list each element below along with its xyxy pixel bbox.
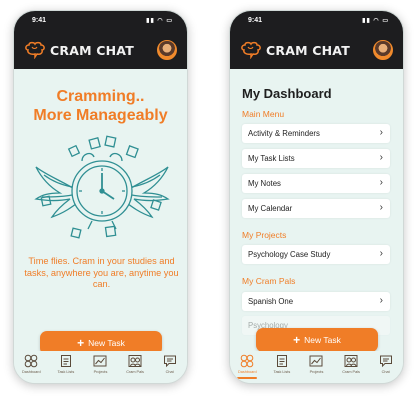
chevron-right-icon: › — [379, 152, 383, 163]
brain-logo-icon — [241, 41, 261, 59]
chevron-right-icon: › — [379, 202, 383, 213]
tab-chat[interactable]: Chat — [370, 354, 402, 374]
tab-cram-pals[interactable]: Cram Pals — [335, 354, 367, 374]
user-avatar[interactable] — [373, 40, 393, 60]
tab-label: Task Lists — [57, 370, 75, 374]
trend-chart-icon — [309, 355, 323, 367]
chat-bubble-icon — [163, 355, 176, 368]
brand-name: CRAM CHAT — [50, 42, 134, 58]
tab-label: Task Lists — [273, 370, 291, 374]
chevron-right-icon: › — [379, 248, 383, 259]
menu-item-my-calendar[interactable]: My Calendar › — [242, 199, 390, 218]
hero-title: Cramming.. More Manageably — [14, 87, 187, 125]
tab-label: Chat — [165, 370, 174, 374]
tab-projects[interactable]: Projects — [300, 354, 332, 374]
menu-item-my-task-lists[interactable]: My Task Lists › — [242, 149, 390, 168]
chevron-right-icon: › — [379, 177, 383, 188]
menu-item-label: Activity & Reminders — [248, 129, 320, 138]
bottom-tab-bar: Dashboard Task Lists Projects Cram Pals … — [14, 351, 187, 383]
phone-left-welcome-screen: 9:41 ▮▮ ◠ ▭ CRAM CHAT Cramming.. More Ma… — [13, 10, 188, 384]
user-avatar[interactable] — [157, 40, 177, 60]
chevron-right-icon: › — [379, 295, 383, 306]
tab-label: Dashboard — [22, 370, 41, 374]
menu-item-label: My Calendar — [248, 204, 293, 213]
project-item-label: Psychology Case Study — [248, 250, 331, 259]
tab-dashboard[interactable]: Dashboard — [231, 354, 263, 379]
grid-circles-icon — [24, 354, 38, 368]
tab-chat[interactable]: Chat — [154, 354, 186, 374]
brain-logo-icon — [25, 41, 45, 59]
tab-label: Projects — [309, 370, 324, 374]
bottom-tab-bar: Dashboard Task Lists Projects Cram Pals … — [230, 351, 403, 383]
pal-item-spanish-one[interactable]: Spanish One › — [242, 292, 390, 311]
menu-item-label: My Task Lists — [248, 154, 295, 163]
tab-task-lists[interactable]: Task Lists — [50, 354, 82, 374]
tab-cram-pals[interactable]: Cram Pals — [119, 354, 151, 374]
brand-name: CRAM CHAT — [266, 42, 350, 58]
app-header: CRAM CHAT — [230, 31, 403, 69]
plus-icon: + — [293, 333, 301, 347]
hero-title-line-2: More Manageably — [33, 107, 168, 124]
tab-label: Projects — [93, 370, 108, 374]
notepad-icon — [276, 355, 287, 367]
status-time: 9:41 — [32, 17, 47, 24]
menu-item-label: My Notes — [248, 179, 281, 188]
hero-title-line-1: Cramming.. — [56, 88, 145, 105]
notepad-icon — [60, 355, 71, 367]
chevron-right-icon: › — [379, 127, 383, 138]
people-icon — [344, 355, 358, 367]
new-task-label: New Task — [88, 338, 125, 348]
flying-clock-illustration — [34, 135, 170, 239]
section-my-cram-pals: My Cram Pals — [242, 276, 296, 286]
section-my-projects: My Projects — [242, 230, 287, 240]
grid-circles-icon — [240, 354, 254, 368]
menu-item-my-notes[interactable]: My Notes › — [242, 174, 390, 193]
signal-wifi-battery-icon: ▮▮ ◠ ▭ — [362, 18, 389, 24]
tab-projects[interactable]: Projects — [84, 354, 116, 374]
status-bar: 9:41 ▮▮ ◠ ▭ — [230, 11, 403, 31]
section-main-menu: Main Menu — [242, 109, 285, 119]
chat-bubble-icon — [379, 355, 392, 368]
tab-label: Cram Pals — [342, 370, 360, 374]
plus-icon: + — [77, 336, 85, 350]
menu-item-activity-reminders[interactable]: Activity & Reminders › — [242, 124, 390, 143]
tab-dashboard[interactable]: Dashboard — [15, 354, 47, 374]
status-time: 9:41 — [248, 17, 263, 24]
page-title: My Dashboard — [242, 86, 332, 101]
new-task-button[interactable]: + New Task — [256, 328, 378, 352]
phone-right-dashboard-screen: 9:41 ▮▮ ◠ ▭ CRAM CHAT My Dashboard Main … — [229, 10, 404, 384]
project-item-psychology-case-study[interactable]: Psychology Case Study › — [242, 245, 390, 264]
pal-item-label: Spanish One — [248, 297, 294, 306]
people-icon — [128, 355, 142, 367]
status-bar: 9:41 ▮▮ ◠ ▭ — [14, 11, 187, 31]
tab-label: Chat — [381, 370, 390, 374]
hero-body-text: Time flies. Cram in your studies and tas… — [24, 256, 179, 289]
new-task-label: New Task — [304, 335, 341, 345]
trend-chart-icon — [93, 355, 107, 367]
tab-label: Cram Pals — [126, 370, 144, 374]
signal-wifi-battery-icon: ▮▮ ◠ ▭ — [146, 18, 173, 24]
tab-task-lists[interactable]: Task Lists — [266, 354, 298, 374]
tab-label: Dashboard — [238, 370, 257, 374]
app-header: CRAM CHAT — [14, 31, 187, 69]
